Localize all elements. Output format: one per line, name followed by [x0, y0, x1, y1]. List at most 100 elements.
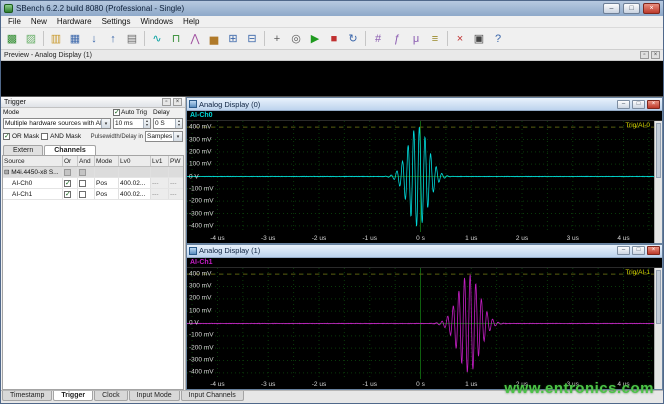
- minimize-button[interactable]: –: [603, 3, 620, 14]
- pulsewidth-label: Pulsewidth/Delay in: [91, 134, 143, 140]
- export-icon[interactable]: ↑: [104, 30, 122, 48]
- trigger-panel: Trigger ▫ × Mode Auto Trig Delay Multipl…: [1, 97, 186, 390]
- save-icon[interactable]: ▦: [66, 30, 84, 48]
- menu-help[interactable]: Help: [178, 16, 204, 27]
- cell-mode[interactable]: [95, 167, 119, 177]
- new-analog-display-icon[interactable]: ∿: [148, 30, 166, 48]
- notes-icon[interactable]: ≡: [426, 30, 444, 48]
- panel-close-icon[interactable]: ×: [173, 98, 182, 106]
- or-mask-checkbox[interactable]: [3, 133, 10, 140]
- close-button[interactable]: ×: [643, 3, 660, 14]
- chevron-down-icon[interactable]: ▾: [101, 119, 110, 128]
- new-spectrum-display-icon[interactable]: ⋀: [186, 30, 204, 48]
- display-close-button[interactable]: ×: [647, 246, 660, 255]
- delete-display-icon[interactable]: ×: [451, 30, 469, 48]
- display-titlebar[interactable]: Analog Display (1) – □ ×: [187, 245, 662, 258]
- display-maximize-button[interactable]: □: [632, 100, 645, 109]
- preview-close-icon[interactable]: ×: [651, 51, 660, 59]
- plot-area-0[interactable]: 400 mV300 mV200 mV100 mV0 V-100 mV-200 m…: [187, 121, 654, 243]
- display-close-button[interactable]: ×: [647, 100, 660, 109]
- spinner-arrows-icon[interactable]: ▴▾: [175, 119, 182, 128]
- chevron-down-icon[interactable]: ▾: [173, 132, 182, 141]
- column-header-or[interactable]: Or: [63, 156, 78, 166]
- display-maximize-button[interactable]: □: [632, 246, 645, 255]
- scrollbar-thumb[interactable]: [656, 270, 661, 325]
- import-icon[interactable]: ↓: [85, 30, 103, 48]
- tab-extern[interactable]: Extern: [3, 145, 43, 155]
- calculator-icon[interactable]: #: [369, 30, 387, 48]
- preview-float-icon[interactable]: ▫: [640, 51, 649, 59]
- cascade-displays-icon[interactable]: ⊟: [243, 30, 261, 48]
- cell-lv0[interactable]: [119, 167, 151, 177]
- panel-pin-icon[interactable]: ▫: [162, 98, 171, 106]
- zoom-icon[interactable]: ◎: [287, 30, 305, 48]
- bottom-tab-clock[interactable]: Clock: [94, 391, 128, 401]
- cell-mode[interactable]: Pos: [95, 189, 119, 199]
- display-minimize-button[interactable]: –: [617, 246, 630, 255]
- column-header-pw[interactable]: PW: [169, 156, 184, 166]
- bottom-tab-trigger[interactable]: Trigger: [53, 391, 93, 401]
- cell-lv0[interactable]: 400.02...: [119, 189, 151, 199]
- or-checkbox[interactable]: [64, 180, 71, 187]
- block-icon[interactable]: ▣: [470, 30, 488, 48]
- tile-displays-icon[interactable]: ⊞: [224, 30, 242, 48]
- bottom-tab-timestamp[interactable]: Timestamp: [2, 391, 52, 401]
- loop-icon[interactable]: ↻: [344, 30, 362, 48]
- print-icon[interactable]: ▤: [123, 30, 141, 48]
- table-row[interactable]: AI-Ch1Pos400.02...------: [3, 189, 183, 200]
- pulsewidth-unit-select[interactable]: Samples ▾: [145, 131, 183, 142]
- cursor-icon[interactable]: +: [268, 30, 286, 48]
- table-row[interactable]: ⊟ M4i.4450-x8 S...: [3, 167, 183, 178]
- cell-mode[interactable]: Pos: [95, 178, 119, 188]
- new-histogram-display-icon[interactable]: ▅: [205, 30, 223, 48]
- plot-area-1[interactable]: 400 mV300 mV200 mV100 mV0 V-100 mV-200 m…: [187, 268, 654, 390]
- titlebar[interactable]: SBench 6.2.2 build 8080 (Professional - …: [1, 1, 663, 16]
- display-vertical-scrollbar[interactable]: [654, 268, 662, 390]
- menu-settings[interactable]: Settings: [97, 16, 136, 27]
- auto-trig-checkbox[interactable]: [113, 109, 120, 116]
- menu-new[interactable]: New: [26, 16, 52, 27]
- stop-acquisition-icon[interactable]: ■: [325, 30, 343, 48]
- spinner-arrows-icon[interactable]: ▴▾: [143, 119, 150, 128]
- and-checkbox[interactable]: [79, 191, 86, 198]
- trigger-mode-select[interactable]: Multiple hardware sources with AND/OR ▾: [3, 118, 111, 129]
- demo-hardware-icon[interactable]: ▨: [22, 30, 40, 48]
- average-icon[interactable]: μ: [407, 30, 425, 48]
- help-icon[interactable]: ?: [489, 30, 507, 48]
- column-header-source[interactable]: Source: [3, 156, 63, 166]
- preview-canvas[interactable]: [1, 61, 663, 97]
- bottom-tab-input-channels[interactable]: Input Channels: [181, 391, 244, 401]
- or-checkbox[interactable]: [64, 191, 71, 198]
- scrollbar-thumb[interactable]: [656, 123, 661, 178]
- channel-label-0[interactable]: AI-Ch0: [190, 112, 213, 119]
- display-minimize-button[interactable]: –: [617, 100, 630, 109]
- column-header-mode[interactable]: Mode: [95, 156, 119, 166]
- and-checkbox[interactable]: [79, 180, 86, 187]
- menu-windows[interactable]: Windows: [136, 16, 178, 27]
- trigger-panel-header[interactable]: Trigger ▫ ×: [1, 97, 185, 108]
- cell-lv0[interactable]: 400.02...: [119, 178, 151, 188]
- display-vertical-scrollbar[interactable]: [654, 121, 662, 243]
- and-mask-checkbox[interactable]: [41, 133, 48, 140]
- trigger-marker-label[interactable]: Trig/AI-1: [625, 269, 650, 276]
- run-acquisition-icon[interactable]: ▶: [306, 30, 324, 48]
- trigger-marker-label[interactable]: Trig/AI-0: [625, 122, 650, 129]
- column-header-lv0[interactable]: Lv0: [119, 156, 151, 166]
- column-header-and[interactable]: And: [78, 156, 95, 166]
- function-icon[interactable]: ƒ: [388, 30, 406, 48]
- hardware-card-icon[interactable]: ▩: [3, 30, 21, 48]
- column-header-lv1[interactable]: Lv1: [151, 156, 169, 166]
- preview-pane-header[interactable]: Preview - Analog Display (1) ▫ ×: [1, 50, 663, 61]
- auto-trig-time-input[interactable]: 10 ms ▴▾: [113, 118, 151, 129]
- delay-input[interactable]: 0 S ▴▾: [153, 118, 183, 129]
- menu-file[interactable]: File: [3, 16, 26, 27]
- menu-hardware[interactable]: Hardware: [52, 16, 97, 27]
- table-row[interactable]: AI-Ch0Pos400.02...------: [3, 178, 183, 189]
- maximize-button[interactable]: □: [623, 3, 640, 14]
- display-titlebar[interactable]: Analog Display (0) – □ ×: [187, 98, 662, 111]
- tab-channels[interactable]: Channels: [44, 145, 96, 155]
- new-digital-display-icon[interactable]: ⊓: [167, 30, 185, 48]
- open-file-icon[interactable]: ▥: [47, 30, 65, 48]
- channel-label-1[interactable]: AI-Ch1: [190, 259, 213, 266]
- bottom-tab-input-mode[interactable]: Input Mode: [129, 391, 180, 401]
